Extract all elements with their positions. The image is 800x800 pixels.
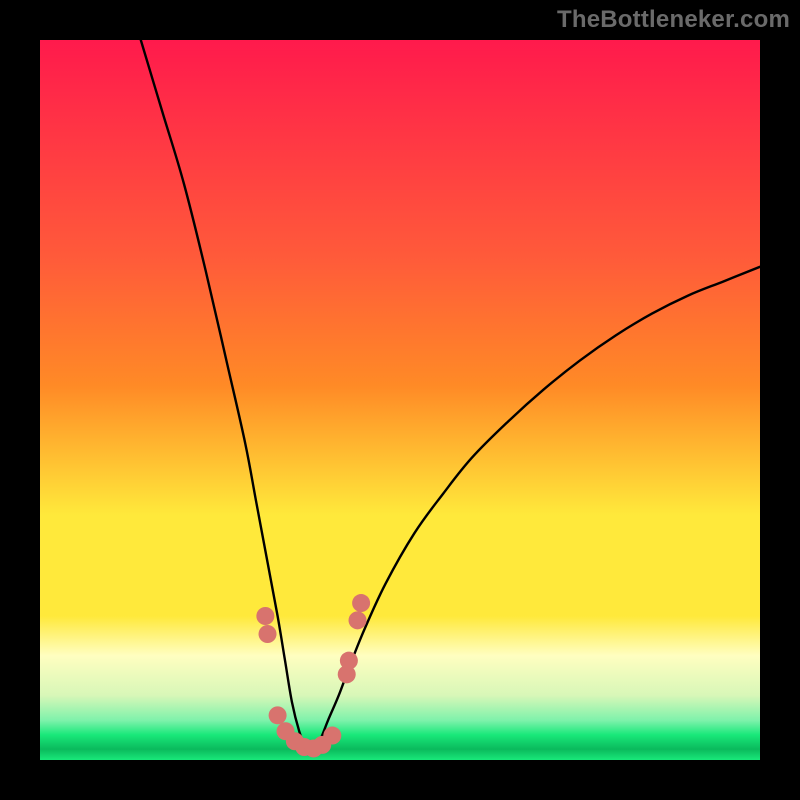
- bottleneck-chart: [40, 40, 760, 760]
- chart-frame: TheBottleneker.com: [0, 0, 800, 800]
- plot-area: [40, 40, 760, 760]
- watermark-text: TheBottleneker.com: [557, 6, 790, 34]
